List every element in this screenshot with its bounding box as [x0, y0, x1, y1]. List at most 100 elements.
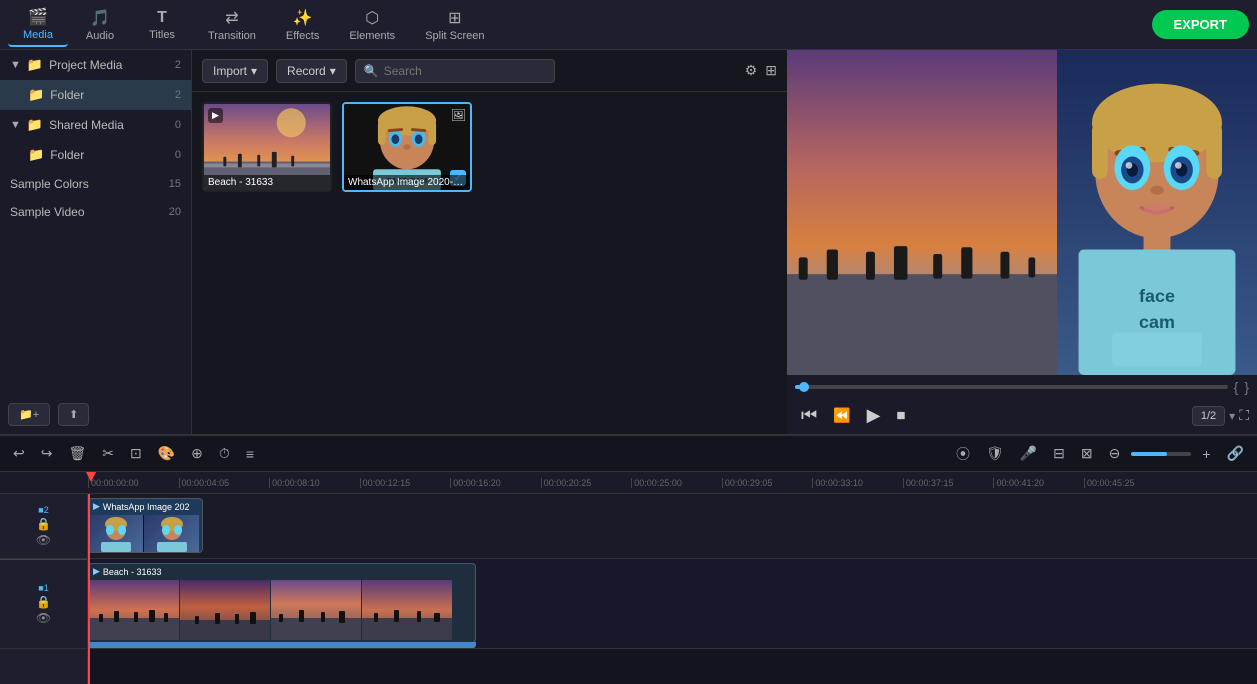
tl-zoom-track[interactable] — [1131, 452, 1191, 456]
clip-play-icon: ▶ — [93, 501, 100, 512]
track-v1-eye[interactable]: 👁 — [36, 611, 51, 625]
nav-media[interactable]: 🎬 Media — [8, 3, 68, 47]
frame-avatar-svg2 — [152, 516, 192, 552]
clip-beach[interactable]: ▶ Beach - 31633 — [88, 563, 476, 643]
filter-button[interactable]: ⚙ — [745, 62, 758, 79]
preview-controls: ⏮ ⏪ ▶ ⏹ 1/2 ▾ ⛶ — [787, 399, 1257, 434]
nav-splitscreen[interactable]: ⊞ Split Screen — [411, 4, 498, 46]
clip-frame-avatar1 — [89, 515, 144, 553]
step-back-button[interactable]: ⏮ — [795, 403, 823, 428]
sidebar-item-sample-video[interactable]: Sample Video 20 — [0, 198, 191, 226]
nav-transition[interactable]: ⇄ Transition — [194, 4, 270, 46]
sidebar-item-sample-colors[interactable]: Sample Colors 15 — [0, 170, 191, 198]
shared-folder-count: 0 — [175, 149, 181, 161]
track-v2-lock[interactable]: 🔒 — [36, 517, 51, 531]
nav-titles-label: Titles — [149, 29, 175, 41]
svg-text:cam: cam — [1139, 312, 1175, 332]
timeline-body: 00:00:00:00 00:00:04:05 00:00:08:10 00:0… — [0, 472, 1257, 684]
cut-button[interactable]: ✂ — [97, 442, 119, 465]
sidebar: ▼ 📁 Project Media 2 📁 Folder 2 ▼ 📁 Share… — [0, 50, 192, 434]
subtitle-button[interactable]: ⊟ — [1048, 442, 1070, 465]
image-type-icon: 🖼 — [451, 108, 466, 122]
ruler-mark-1: 00:00:04:05 — [179, 478, 270, 488]
bracket-right[interactable]: } — [1244, 379, 1249, 395]
import-folder-button[interactable]: ⬆ — [58, 403, 89, 426]
sidebar-item-shared-folder[interactable]: 📁 Folder 0 — [0, 140, 191, 170]
delete-button[interactable]: 🗑 — [63, 442, 91, 465]
nav-elements[interactable]: ⬡ Elements — [335, 4, 409, 46]
undo-button[interactable]: ↩ — [8, 442, 30, 465]
nav-splitscreen-label: Split Screen — [425, 30, 484, 42]
new-folder-button[interactable]: 📁+ — [8, 403, 50, 426]
media-grid: ▶ Beach - 31633 — [192, 92, 787, 434]
mask-button[interactable]: 🛡 — [981, 442, 1009, 465]
project-media-folder-icon: 📁 — [27, 57, 43, 73]
overlay-button[interactable]: ⊕ — [186, 442, 208, 465]
page-indicator[interactable]: 1/2 — [1192, 406, 1225, 426]
grid-view-button[interactable]: ⊞ — [765, 62, 777, 79]
media-item-beach[interactable]: ▶ Beach - 31633 — [202, 102, 332, 192]
color-button[interactable]: 🎨 — [153, 442, 180, 465]
clip-whatsapp-frames — [89, 515, 202, 553]
sample-video-count: 20 — [169, 206, 181, 218]
shared-media-count: 0 — [175, 119, 181, 131]
clip-beach-text: Beach - 31633 — [103, 567, 162, 577]
voice-button[interactable]: 🎤 — [1015, 442, 1042, 465]
clip-whatsapp[interactable]: ▶ WhatsApp Image 202 — [88, 498, 203, 553]
clip-beach-play-icon: ▶ — [93, 566, 100, 577]
sidebar-item-project-media[interactable]: ▼ 📁 Project Media 2 — [0, 50, 191, 80]
nav-effects[interactable]: ✨ Effects — [272, 4, 333, 46]
redo-button[interactable]: ↪ — [36, 442, 58, 465]
project-media-label: Project Media — [49, 58, 122, 72]
media-item-whatsapp[interactable]: FACE CAM 🖼 ✓ WhatsApp Image 2020-1... — [342, 102, 472, 192]
whatsapp-label: WhatsApp Image 2020-1... — [344, 175, 470, 190]
splitscreen-icon: ⊞ — [448, 8, 461, 28]
import-label: Import — [213, 64, 247, 78]
beach-frame2 — [180, 580, 270, 640]
clip-whatsapp-label: ▶ WhatsApp Image 202 — [93, 501, 189, 512]
clip-beach-bar — [88, 642, 476, 648]
tl-zoom-fill — [1131, 452, 1167, 456]
track-row-v2: ▶ WhatsApp Image 202 — [88, 494, 1257, 559]
track-v2-eye[interactable]: 👁 — [36, 533, 51, 547]
preview-panel: face cam { } ⏮ ⏪ ▶ ⏹ 1/2 — [787, 50, 1257, 434]
beach-frame-svg3 — [271, 580, 361, 640]
ruler-mark-9: 00:00:37:15 — [903, 478, 994, 488]
nav-audio[interactable]: 🎵 Audio — [70, 4, 130, 46]
sidebar-item-shared-media[interactable]: ▼ 📁 Shared Media 0 — [0, 110, 191, 140]
nav-audio-label: Audio — [86, 30, 114, 42]
ruler-mark-8: 00:00:33:10 — [812, 478, 903, 488]
link-button[interactable]: 🔗 — [1222, 442, 1249, 465]
main-content: ▼ 📁 Project Media 2 📁 Folder 2 ▼ 📁 Share… — [0, 50, 1257, 434]
record-dropdown[interactable]: Record ▾ — [276, 59, 347, 83]
beach-frame-svg4 — [362, 580, 452, 640]
search-input[interactable] — [384, 64, 546, 78]
nav-titles[interactable]: T Titles — [132, 5, 192, 45]
ruler-marks: 00:00:00:00 00:00:04:05 00:00:08:10 00:0… — [88, 478, 1257, 488]
track-label-v2: ■2 🔒 👁 — [0, 494, 87, 559]
export-button[interactable]: EXPORT — [1152, 10, 1249, 39]
import-dropdown[interactable]: Import ▾ — [202, 59, 268, 83]
bracket-left[interactable]: { — [1234, 379, 1239, 395]
play-button[interactable]: ▶ — [861, 403, 887, 428]
timeline-area: ↩ ↪ 🗑 ✂ ⊡ 🎨 ⊕ ⏱ ≡ ⦿ 🛡 🎤 ⊟ ⊠ ⊖ + 🔗 — [0, 434, 1257, 684]
shared-folder-icon: 📁 — [28, 147, 44, 163]
track-v1-lock[interactable]: 🔒 — [36, 595, 51, 609]
ruler-mark-11: 00:00:45:25 — [1084, 478, 1175, 488]
sidebar-space — [0, 226, 191, 395]
frame-back-button[interactable]: ⏪ — [827, 405, 856, 426]
ruler-mark-2: 00:00:08:10 — [269, 478, 360, 488]
crop-button[interactable]: ⊡ — [125, 442, 147, 465]
stop-button[interactable]: ⏹ — [890, 403, 911, 428]
audio-button[interactable]: ≡ — [241, 443, 259, 465]
minus-button[interactable]: ⊖ — [1104, 442, 1126, 465]
split-button[interactable]: ⊠ — [1076, 442, 1098, 465]
track-v1-icons: ■1 🔒 👁 — [36, 583, 51, 625]
motion-button[interactable]: ⦿ — [951, 441, 975, 467]
add-track-button[interactable]: + — [1197, 443, 1215, 465]
scrubber-track[interactable] — [795, 385, 1228, 389]
search-box[interactable]: 🔍 — [355, 59, 555, 83]
sidebar-item-project-folder[interactable]: 📁 Folder 2 — [0, 80, 191, 110]
fullscreen-button[interactable]: ⛶ — [1239, 407, 1249, 424]
speed-button[interactable]: ⏱ — [214, 442, 235, 465]
